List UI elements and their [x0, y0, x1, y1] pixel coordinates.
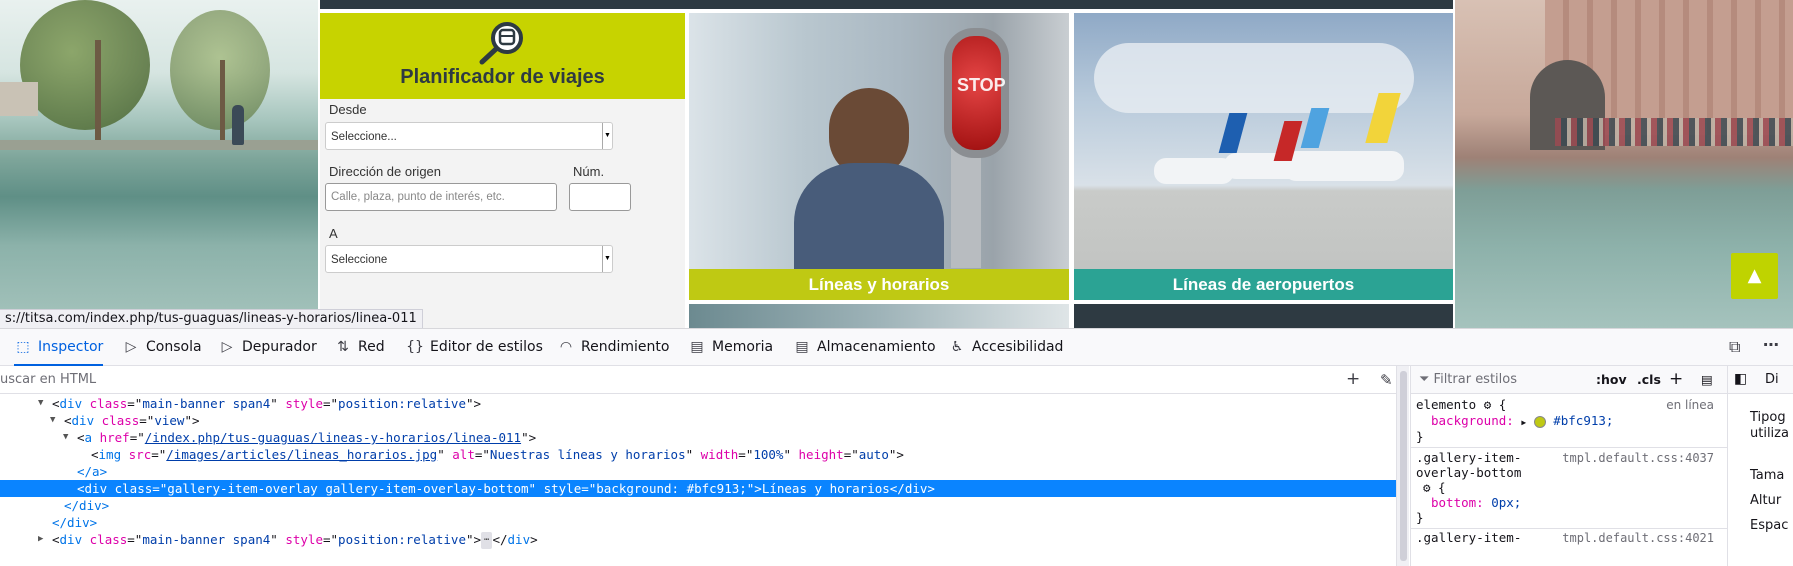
filter-styles-input[interactable]: ⏷ Filtrar estilos — [1419, 372, 1517, 387]
ellipsis-badge[interactable]: ⋯ — [481, 532, 493, 549]
lines-schedules-tile[interactable]: STOP Líneas y horarios — [689, 13, 1069, 300]
expand-twisty-icon[interactable]: ▼ — [63, 429, 68, 446]
rules-pane: ⏷ Filtrar estilos :hov .cls + ▤ elemento… — [1410, 366, 1727, 566]
rule-selector[interactable]: .gallery-item- tmpl.default.css:4037 — [1416, 450, 1722, 466]
html-markup-tree: ▼ <div class="main-banner span4" style="… — [0, 395, 1396, 566]
chevron-down-icon: ▼ — [602, 246, 612, 272]
rule-selector[interactable]: .gallery-item- tmpl.default.css:4021 — [1416, 530, 1722, 546]
search-bus-icon — [479, 22, 523, 65]
from-select[interactable]: Seleccione... ▼ — [325, 122, 613, 150]
number-label: Núm. — [573, 164, 605, 179]
planner-title: Planificador de viajes — [400, 66, 605, 88]
background-photo-left — [0, 0, 318, 328]
origin-address-input[interactable]: Calle, plaza, punto de interés, etc. — [325, 183, 557, 211]
node-picker-icon: ⚙ — [1483, 397, 1492, 412]
class-toggle-button[interactable]: .cls — [1637, 372, 1661, 387]
markup-line[interactable]: ▼ <a href="/index.php/tus-guaguas/lineas… — [0, 429, 1396, 446]
side-item: Tipog — [1750, 410, 1786, 425]
stop-button-text: STOP — [957, 75, 1006, 95]
tab-inspector[interactable]: ⬚ Inspector — [14, 329, 104, 366]
link-status-url: s://titsa.com/index.php/tus-guaguas/line… — [0, 309, 423, 328]
sidebar-tabbar: ◧ Di — [1728, 366, 1793, 394]
side-item: Tama — [1750, 468, 1785, 483]
gallery-tile-partial[interactable] — [689, 304, 1069, 328]
tab-performance[interactable]: ◠ Rendimiento — [557, 329, 670, 366]
tab-accessibility[interactable]: ♿ Accesibilidad — [948, 329, 1064, 366]
rule-declaration[interactable]: bottom: 0px; — [1431, 495, 1521, 511]
chevron-down-icon: ▼ — [602, 123, 612, 149]
rule-element-selector[interactable]: elemento ⚙ { en línea — [1416, 397, 1722, 413]
accessibility-icon: ♿ — [950, 339, 964, 355]
trip-planner: Planificador de viajes Desde Seleccione.… — [320, 13, 685, 328]
to-label: A — [329, 226, 338, 241]
gallery-tile-partial[interactable] — [1074, 304, 1453, 328]
number-input[interactable] — [569, 183, 631, 211]
storage-icon: ▤ — [795, 339, 809, 355]
rule-declaration[interactable]: background: ▶ #bfc913; — [1431, 413, 1613, 429]
markup-line-selected[interactable]: <div class="gallery-item-overlay gallery… — [0, 480, 1396, 497]
markup-line[interactable]: </div> — [0, 514, 1396, 531]
console-icon: ▷ — [125, 339, 137, 355]
scroll-to-top-button[interactable]: ▲ — [1731, 253, 1778, 299]
collapsed-twisty-icon[interactable]: ▶ — [38, 531, 43, 548]
chevron-up-icon: ▲ — [1747, 265, 1762, 286]
markup-line[interactable]: </div> — [0, 497, 1396, 514]
tab-style-editor[interactable]: {} Editor de estilos — [406, 329, 543, 366]
tab-storage[interactable]: ▤ Almacenamiento — [793, 329, 935, 366]
more-options-icon[interactable]: ⋯ — [1763, 335, 1779, 354]
to-select[interactable]: Seleccione ▼ — [325, 245, 613, 273]
sidebar-toggle-icon[interactable]: ◧ — [1734, 371, 1747, 387]
style-editor-icon: {} — [406, 339, 424, 355]
markup-scrollbar[interactable] — [1396, 366, 1409, 566]
tab-debugger[interactable]: ▷ Depurador — [218, 329, 317, 366]
inspector-toolbar: uscar en HTML + ✎ — [0, 366, 1409, 394]
add-node-icon[interactable]: + — [1346, 369, 1360, 389]
markup-line[interactable]: ▼ <div class="view"> — [0, 412, 1396, 429]
node-picker-icon: ⚙ { — [1423, 480, 1446, 495]
from-select-value: Seleccione... — [331, 131, 397, 143]
filter-icon: ⏷ — [1419, 372, 1434, 387]
rules-toolbar: ⏷ Filtrar estilos :hov .cls + ▤ — [1411, 366, 1727, 394]
markup-line[interactable]: </a> — [0, 463, 1396, 480]
network-icon: ⇅ — [337, 339, 349, 355]
from-label: Desde — [329, 102, 367, 117]
eyedropper-icon[interactable]: ✎ — [1380, 371, 1393, 389]
side-item: Espac — [1750, 518, 1789, 533]
markup-line[interactable]: <img src="/images/articles/lineas_horari… — [0, 446, 1396, 463]
html-search-input[interactable]: uscar en HTML — [0, 372, 96, 387]
planner-header: Planificador de viajes — [320, 13, 685, 99]
tab-memory[interactable]: ▤ Memoria — [688, 329, 773, 366]
hover-state-button[interactable]: :hov — [1596, 372, 1627, 387]
performance-icon: ◠ — [559, 339, 573, 355]
layout-sidebar: ◧ Di Tipog utiliza Tama Altur Espac — [1727, 366, 1793, 566]
dock-side-icon[interactable]: ⧉ — [1729, 337, 1740, 357]
top-banner-bar — [320, 0, 1453, 9]
origin-label: Dirección de origen — [329, 164, 442, 179]
expand-twisty-icon[interactable]: ▼ — [38, 395, 43, 412]
tab-console[interactable]: ▷ Consola — [122, 329, 202, 366]
color-swatch[interactable] — [1533, 415, 1546, 428]
print-media-icon[interactable]: ▤ — [1701, 372, 1713, 387]
to-select-value: Seleccione — [331, 254, 388, 266]
airport-lines-caption[interactable]: Líneas de aeropuertos — [1074, 269, 1453, 300]
webpage-viewport: Planificador de viajes Desde Seleccione.… — [0, 0, 1793, 328]
devtools-panel: ⬚ Inspector ▷ Consola ▷ Depurador ⇅ Red {} Ed… — [0, 328, 1793, 566]
markup-line[interactable]: ▼ <div class="main-banner span4" style="… — [0, 395, 1396, 412]
devtools-tabbar: ⬚ Inspector ▷ Consola ▷ Depurador ⇅ Red {} Ed… — [0, 329, 1793, 366]
side-item: Altur — [1750, 493, 1782, 508]
debugger-icon: ▷ — [221, 339, 233, 355]
airport-lines-tile[interactable]: Líneas de aeropuertos — [1074, 13, 1453, 300]
expand-twisty-icon[interactable]: ▼ — [50, 412, 55, 429]
memory-icon: ▤ — [690, 339, 704, 355]
markup-line[interactable]: ▶ <div class="main-banner span4" style="… — [0, 531, 1396, 549]
tab-network[interactable]: ⇅ Red — [334, 329, 384, 366]
rule-selector-cont: overlay-bottom — [1416, 465, 1522, 480]
lines-schedules-caption[interactable]: Líneas y horarios — [689, 269, 1069, 300]
add-rule-icon[interactable]: + — [1669, 369, 1683, 389]
inspector-icon: ⬚ — [16, 339, 30, 355]
side-item: utiliza — [1750, 426, 1789, 441]
sidebar-tab-label[interactable]: Di — [1765, 372, 1779, 387]
